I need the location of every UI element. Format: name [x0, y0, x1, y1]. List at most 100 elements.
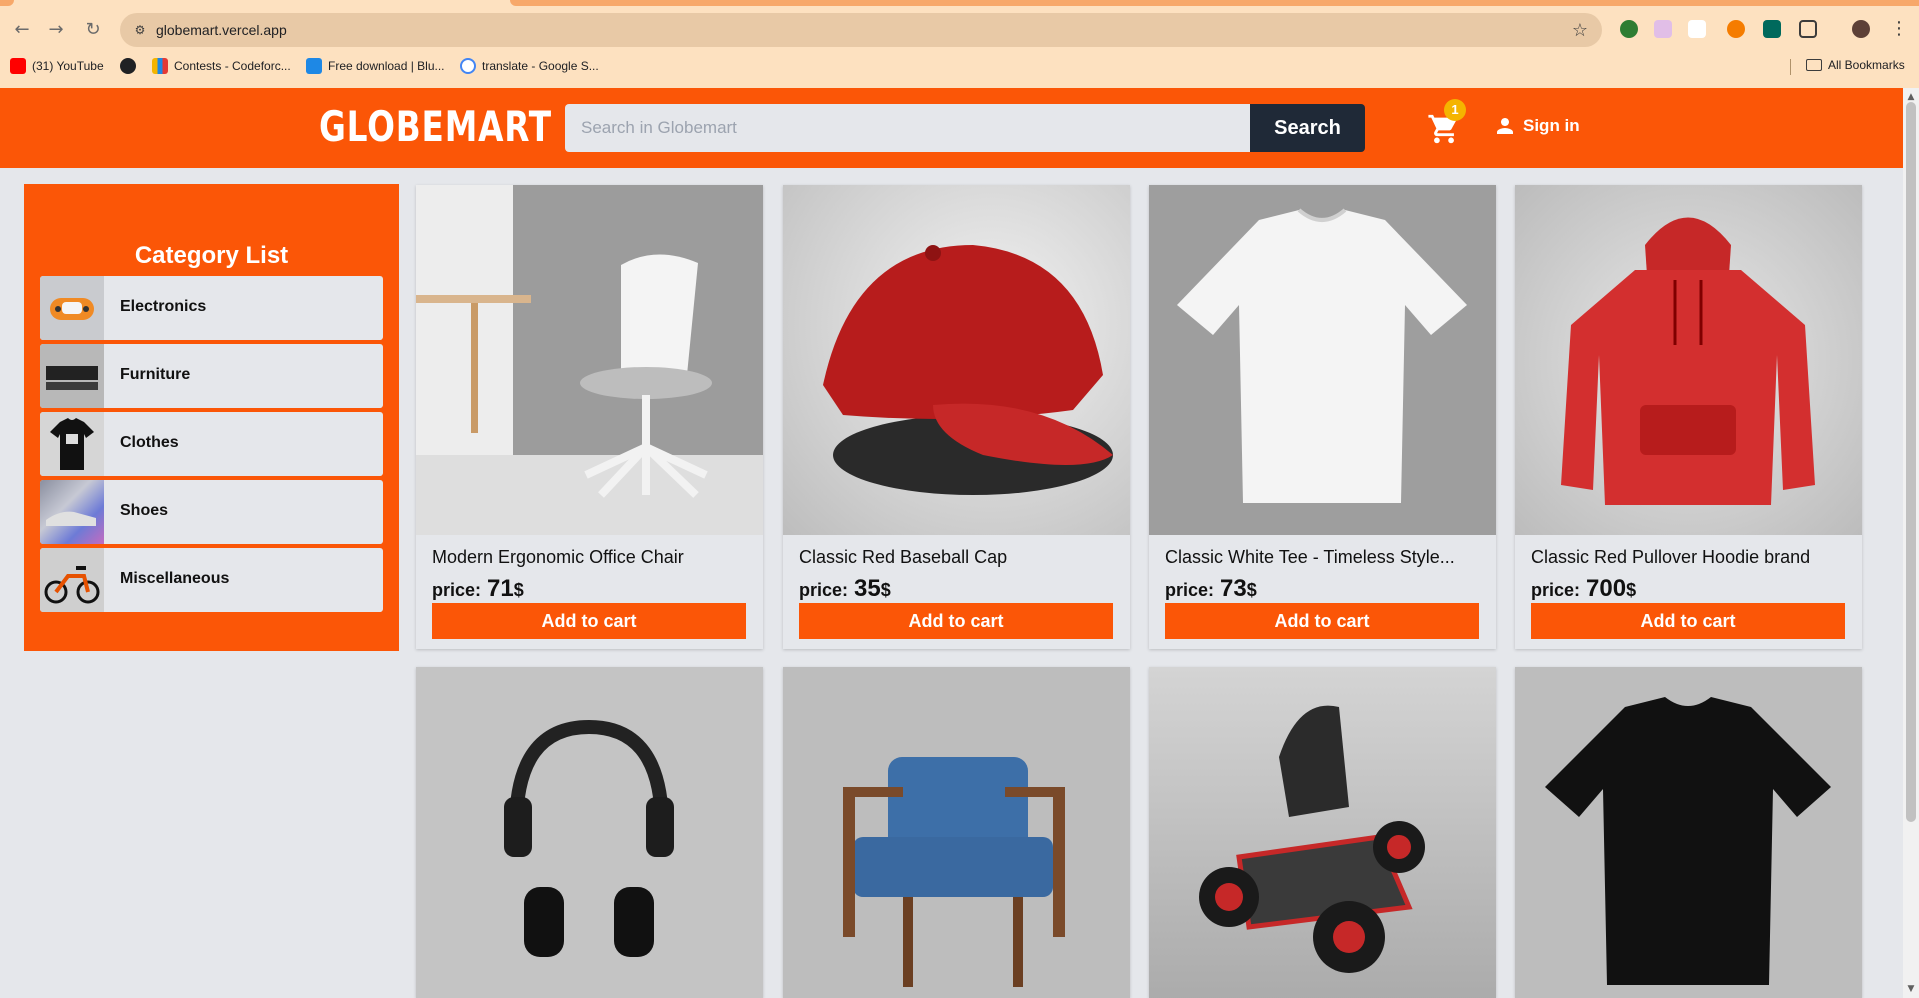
category-shoes[interactable]: Shoes — [40, 480, 383, 544]
category-thumbnail — [40, 548, 104, 612]
bookmark-label: Free download | Blu... — [328, 59, 445, 73]
tv-stand-icon — [46, 366, 98, 390]
product-card[interactable]: Classic White Tee - Timeless Style... pr… — [1149, 185, 1496, 649]
product-price: price: 700$ — [1531, 575, 1636, 603]
cart-count-badge: 1 — [1444, 99, 1466, 121]
category-label: Electronics — [120, 298, 207, 315]
product-card[interactable] — [416, 667, 763, 998]
youtube-icon — [10, 58, 26, 74]
bookmark-codeforces[interactable]: Contests - Codeforc... — [152, 58, 291, 74]
product-card[interactable]: Classic Red Baseball Cap price: 35$ Add t… — [783, 185, 1130, 649]
category-list-title: Category List — [134, 242, 289, 269]
category-thumbnail — [40, 344, 104, 408]
profile-avatar[interactable] — [1852, 20, 1870, 38]
product-card[interactable] — [783, 667, 1130, 998]
address-bar[interactable]: ⚙ globemart.vercel.app ☆ — [120, 13, 1602, 47]
reload-icon[interactable]: ↻ — [81, 18, 105, 42]
product-name[interactable]: Modern Ergonomic Office Chair — [432, 547, 750, 568]
price-value: 700 — [1586, 575, 1627, 602]
google-icon — [460, 58, 476, 74]
tab-strip — [510, 0, 1919, 6]
price-label: price: — [799, 580, 849, 600]
extension-broadcast-icon[interactable] — [1654, 20, 1672, 38]
add-to-cart-button[interactable]: Add to cart — [1165, 603, 1479, 639]
product-price: price: 71$ — [432, 575, 524, 603]
category-thumbnail — [40, 480, 104, 544]
extension-pen-icon[interactable] — [1688, 20, 1706, 38]
browser-menu-icon[interactable]: ⋮ — [1890, 18, 1908, 39]
all-bookmarks[interactable]: All Bookmarks — [1806, 58, 1905, 72]
price-value: 71 — [487, 575, 514, 602]
bookmark-google-translate[interactable]: translate - Google S... — [460, 58, 599, 74]
product-name[interactable]: Classic Red Baseball Cap — [799, 547, 1117, 568]
product-image[interactable] — [1149, 667, 1496, 998]
price-label: price: — [432, 580, 482, 600]
category-label: Furniture — [120, 366, 191, 383]
bluestacks-icon — [306, 58, 322, 74]
extension-react-icon[interactable] — [1763, 20, 1781, 38]
codeforces-icon — [152, 58, 168, 74]
white-tshirt-illustration — [1177, 208, 1467, 503]
category-electronics[interactable]: Electronics — [40, 276, 383, 340]
add-to-cart-button[interactable]: Add to cart — [1531, 603, 1845, 639]
product-image[interactable] — [1149, 185, 1496, 535]
category-label: Shoes — [120, 502, 169, 519]
search-input[interactable] — [565, 104, 1251, 152]
product-image[interactable] — [1515, 185, 1862, 535]
scroll-up-icon[interactable]: ▲ — [1905, 92, 1917, 102]
gamepad-icon — [50, 298, 94, 320]
product-name[interactable]: Classic Red Pullover Hoodie brand — [1531, 547, 1849, 568]
go-kart-illustration — [1199, 705, 1425, 973]
scroll-down-icon[interactable]: ▼ — [1905, 984, 1917, 994]
bookmark-youtube[interactable]: (31) YouTube — [10, 58, 104, 74]
price-label: price: — [1531, 580, 1581, 600]
product-image[interactable] — [783, 185, 1130, 535]
add-to-cart-button[interactable]: Add to cart — [799, 603, 1113, 639]
black-tshirt-illustration — [1545, 697, 1831, 985]
category-miscellaneous[interactable]: Miscellaneous — [40, 548, 383, 612]
price-label: price: — [1165, 580, 1215, 600]
site-logo[interactable]: GLOBEMART — [319, 102, 552, 151]
category-sidebar: Category List Electronics Furniture Clot… — [24, 184, 399, 651]
url-text[interactable]: globemart.vercel.app — [156, 22, 287, 38]
bookmark-star-icon[interactable]: ☆ — [1572, 20, 1588, 41]
sign-in-label: Sign in — [1523, 116, 1580, 135]
bookmark-globe[interactable] — [120, 58, 136, 74]
product-card[interactable]: Classic Red Pullover Hoodie brand price:… — [1515, 185, 1862, 649]
user-icon — [1497, 118, 1513, 134]
price-currency: $ — [1246, 580, 1257, 600]
product-card[interactable] — [1149, 667, 1496, 998]
baseball-cap-illustration — [823, 245, 1113, 495]
product-name[interactable]: Classic White Tee - Timeless Style... — [1165, 547, 1483, 568]
folder-icon — [1806, 59, 1822, 71]
forward-icon[interactable]: → — [44, 18, 68, 42]
back-icon[interactable]: ← — [10, 18, 34, 42]
product-image[interactable] — [1515, 667, 1862, 998]
add-to-cart-button[interactable]: Add to cart — [432, 603, 746, 639]
category-furniture[interactable]: Furniture — [40, 344, 383, 408]
product-image[interactable] — [416, 185, 763, 535]
bookmarks-divider — [1790, 59, 1791, 75]
price-currency: $ — [513, 580, 524, 600]
sign-in-button[interactable]: Sign in — [1493, 114, 1580, 138]
price-value: 35 — [854, 575, 881, 602]
globe-icon — [120, 58, 136, 74]
extension-globe-icon[interactable] — [1620, 20, 1638, 38]
site-info-icon[interactable]: ⚙ — [132, 22, 148, 38]
search-button[interactable]: Search — [1250, 104, 1365, 152]
product-card[interactable] — [1515, 667, 1862, 998]
product-price: price: 35$ — [799, 575, 891, 603]
office-chair-illustration — [416, 254, 763, 535]
bookmark-bluestacks[interactable]: Free download | Blu... — [306, 58, 445, 74]
headphones-illustration — [504, 719, 674, 957]
product-card[interactable]: Modern Ergonomic Office Chair price: 71$ … — [416, 185, 763, 649]
product-image[interactable] — [783, 667, 1130, 998]
red-hoodie-illustration — [1561, 217, 1815, 505]
scrollbar-thumb[interactable] — [1906, 102, 1916, 822]
category-label: Clothes — [120, 434, 179, 451]
extensions-puzzle-icon[interactable] — [1799, 20, 1817, 38]
category-clothes[interactable]: Clothes — [40, 412, 383, 476]
product-image[interactable] — [416, 667, 763, 998]
shoe-icon — [46, 511, 96, 526]
extension-orange-icon[interactable] — [1727, 20, 1745, 38]
